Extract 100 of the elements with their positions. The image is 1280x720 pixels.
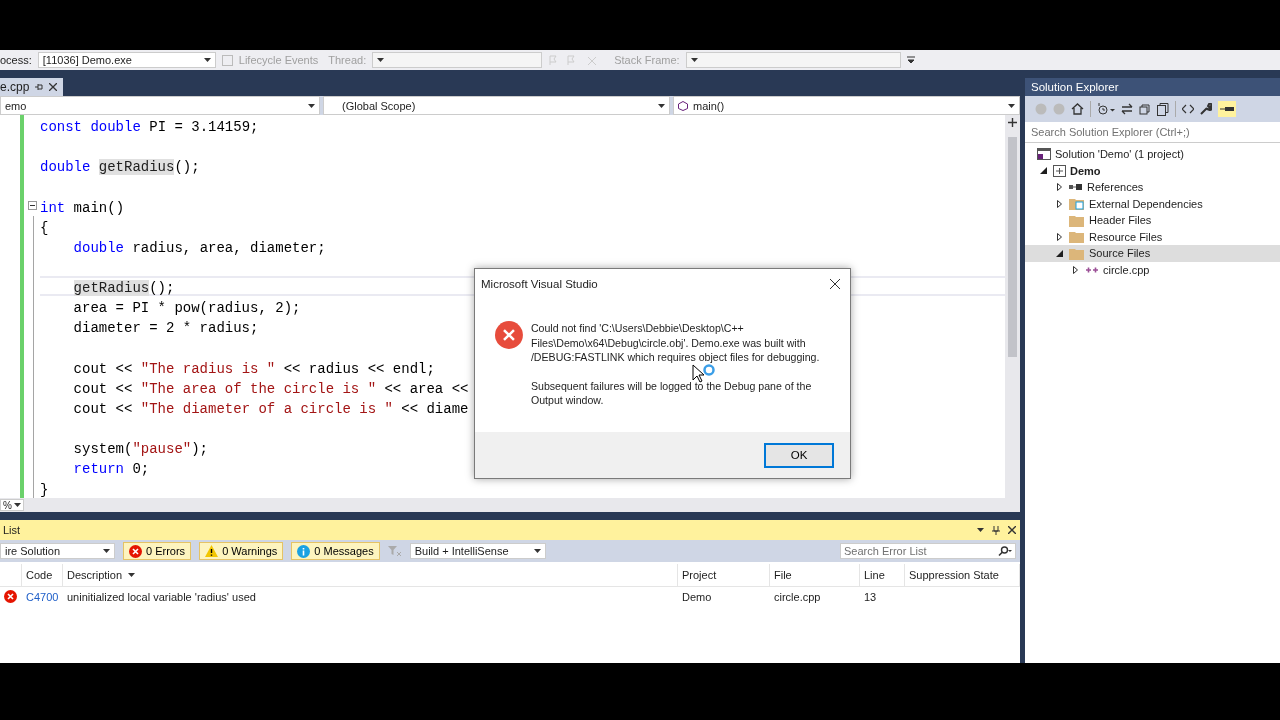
code-line: int main(): [40, 199, 125, 216]
split-icon[interactable]: [1008, 118, 1017, 127]
collapse-all-icon[interactable]: [1139, 103, 1151, 115]
code-line: {: [40, 219, 49, 236]
filter-button[interactable]: 0 Warnings: [199, 542, 284, 560]
expanded-arrow-icon[interactable]: [1055, 249, 1063, 257]
tree-label: Demo: [1070, 164, 1101, 177]
tree-item[interactable]: External Dependencies: [1025, 195, 1280, 212]
table-cell-text: 13: [863, 591, 878, 603]
close-icon[interactable]: [49, 83, 58, 91]
column-header[interactable]: Description: [63, 564, 678, 586]
tree-item[interactable]: Solution 'Demo' (1 project): [1025, 146, 1280, 163]
build-filter-dropdown[interactable]: Build + IntelliSense: [409, 543, 546, 559]
table-cell-text: Demo: [681, 591, 713, 603]
project-dropdown[interactable]: emo: [0, 96, 320, 115]
warning-icon: [205, 545, 219, 557]
error-icon: [129, 544, 142, 558]
search-field[interactable]: Search Error List: [840, 543, 1016, 559]
close-icon[interactable]: [1008, 526, 1016, 534]
tree-item[interactable]: Demo: [1025, 162, 1280, 179]
collapse-icon[interactable]: [27, 201, 37, 211]
scope-dropdown[interactable]: ire Solution: [0, 543, 115, 559]
caret-icon: [203, 58, 211, 62]
home-icon[interactable]: [1071, 103, 1084, 115]
references-icon: [1069, 183, 1083, 192]
error-icon: [4, 589, 17, 603]
tree-label: Resource Files: [1089, 230, 1163, 243]
filter-button[interactable]: 0 Errors: [123, 542, 192, 560]
expanded-arrow-icon[interactable]: [1039, 167, 1047, 175]
code-line: cout << "The diameter of a circle is " << diame: [73, 400, 469, 417]
dropdown-icon: [977, 528, 984, 532]
error-code-link[interactable]: C4700: [22, 591, 63, 603]
caret-icon: [14, 503, 21, 507]
caret-icon: [377, 58, 385, 62]
panel-title: List: [3, 524, 21, 536]
table-cell-text: uninitialized local variable 'radius' used: [66, 591, 257, 603]
column-header[interactable]: Line: [860, 564, 905, 586]
vertical-scrollbar[interactable]: [1005, 115, 1020, 498]
sync-icon[interactable]: [1121, 103, 1133, 115]
tree-label: Header Files: [1089, 214, 1152, 227]
tree-item[interactable]: Source Files: [1025, 245, 1280, 262]
code-line: const double PI = 3.14159;: [40, 119, 259, 135]
wrench-icon[interactable]: [1200, 103, 1212, 115]
pin-icon[interactable]: [35, 83, 44, 91]
dialog-title: Microsoft Visual Studio: [481, 278, 598, 290]
tree-item[interactable]: Header Files: [1025, 212, 1280, 229]
caret-icon: [1008, 103, 1015, 108]
tree-label: External Dependencies: [1089, 197, 1203, 210]
pin-icon[interactable]: [1220, 105, 1234, 113]
scope-dropdown[interactable]: (Global Scope): [323, 96, 670, 115]
code-line: double radius, area, diameter;: [73, 239, 326, 256]
column-header[interactable]: Suppression State: [905, 564, 1020, 586]
document-tab[interactable]: e.cpp: [0, 78, 64, 96]
overflow-icon[interactable]: [906, 56, 915, 64]
project-icon: [1053, 164, 1066, 177]
process-dropdown[interactable]: [11036] Demo.exe: [37, 52, 216, 68]
caret-icon: [658, 103, 665, 108]
show-all-files-icon[interactable]: [1157, 102, 1169, 116]
column-header[interactable]: File: [770, 564, 860, 586]
zoom-dropdown[interactable]: %: [0, 499, 24, 511]
method-icon: [678, 100, 688, 111]
ok-button[interactable]: OK: [764, 442, 834, 468]
error-icon: [495, 321, 523, 349]
code-line: cout << "The radius is " << radius << endl;: [73, 360, 435, 377]
code-line: diameter = 2 * radius;: [73, 320, 259, 337]
thread-label: Thread:: [328, 54, 367, 66]
code-line: }: [40, 481, 49, 498]
collapsed-arrow-icon[interactable]: [1056, 232, 1062, 241]
code-line: system("pause");: [73, 441, 209, 458]
caret-icon: [690, 58, 698, 62]
tree-item[interactable]: References: [1025, 179, 1280, 196]
caret-icon: [533, 549, 541, 553]
member-dropdown[interactable]: main(): [673, 96, 1020, 115]
tree-label: References: [1087, 181, 1144, 194]
table-cell-text: circle.cpp: [773, 591, 822, 603]
sort-icon: [128, 573, 136, 577]
code-line: cout << "The area of the circle is " << area <<: [73, 380, 469, 397]
process-label: ocess:: [0, 54, 32, 66]
solution-icon: [1037, 148, 1051, 161]
pin-icon[interactable]: [992, 525, 1000, 535]
tree-label: Source Files: [1089, 247, 1151, 260]
panel-title: Solution Explorer: [1025, 78, 1280, 96]
close-icon[interactable]: [830, 279, 840, 289]
code-line: area = PI * pow(radius, 2);: [73, 300, 301, 317]
info-icon: [297, 544, 311, 558]
tree-item[interactable]: Resource Files: [1025, 228, 1280, 245]
tree-item[interactable]: circle.cpp: [1025, 261, 1280, 278]
code-icon[interactable]: [1182, 104, 1194, 114]
search-field[interactable]: Search Solution Explorer (Ctrl+;): [1025, 122, 1280, 143]
folder-icon: [1069, 213, 1085, 227]
dialog-message: Subsequent failures will be logged to the Debug pane of the Output window.: [530, 378, 813, 408]
search-icon[interactable]: [998, 545, 1012, 557]
collapsed-arrow-icon[interactable]: [1072, 265, 1078, 274]
column-header[interactable]: Project: [678, 564, 770, 586]
caret-icon: [103, 549, 110, 553]
filter-button[interactable]: 0 Messages: [291, 542, 380, 560]
tree-label: Solution 'Demo' (1 project): [1055, 148, 1184, 161]
search-input[interactable]: Search Error List: [844, 545, 984, 557]
column-header[interactable]: Code: [22, 564, 63, 586]
history-icon[interactable]: [1097, 103, 1115, 115]
